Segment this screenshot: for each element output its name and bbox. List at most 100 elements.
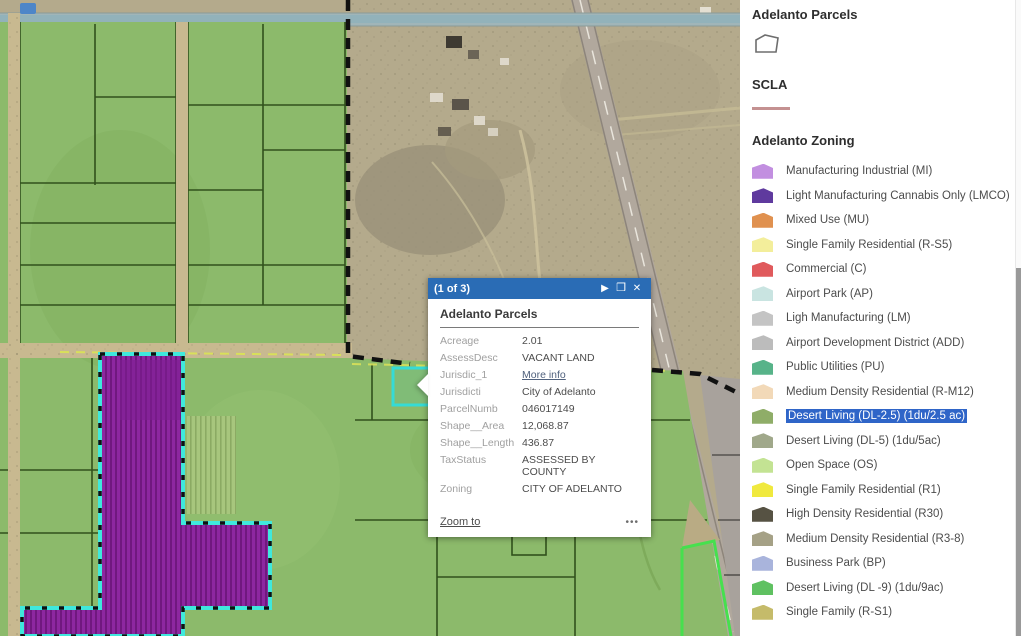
zoning-color-swatch [752, 188, 773, 203]
app-window: (1 of 3)▶❒✕ Adelanto Parcels Acreage 2.0… [0, 0, 1024, 636]
popup-field-row: ParcelNumb 046017149 [440, 403, 639, 415]
layer-title-adelanto-parcels: Adelanto Parcels [752, 7, 1024, 22]
zoning-color-swatch [752, 556, 773, 571]
legend-row[interactable]: Manufacturing Industrial (MI) [752, 159, 1024, 184]
zoning-color-swatch [752, 433, 773, 448]
zoning-label: Single Family Residential (R-S5) [786, 239, 952, 251]
legend-row[interactable]: Medium Density Residential (R-M12) [752, 380, 1024, 405]
map-marker[interactable] [20, 3, 36, 14]
hatched-green-parcel [186, 416, 236, 514]
zoning-label: Desert Living (DL-2.5) (1du/2.5 ac) [786, 409, 967, 423]
legend-row[interactable]: Light Manufacturing Cannabis Only (LMCO) [752, 184, 1024, 209]
zoning-color-swatch [752, 531, 773, 546]
legend-row[interactable]: Desert Living (DL-2.5) (1du/2.5 ac) [752, 404, 1024, 429]
field-value: VACANT LAND [522, 352, 595, 364]
map-canvas[interactable]: (1 of 3)▶❒✕ Adelanto Parcels Acreage 2.0… [0, 0, 740, 636]
zoning-color-swatch [752, 335, 773, 350]
dock-button[interactable]: ❒ [613, 278, 629, 299]
popup-field-row: Shape__Length 436.87 [440, 437, 639, 449]
popup-field-row: Jurisdic_1 More info [440, 369, 639, 381]
zoning-color-swatch [752, 507, 773, 522]
zoning-label: Desert Living (DL-5) (1du/5ac) [786, 435, 941, 447]
zoning-color-swatch [752, 360, 773, 375]
field-value: 12,068.87 [522, 420, 569, 432]
legend-row[interactable]: Ligh Manufacturing (LM) [752, 306, 1024, 331]
legend-row[interactable]: Airport Development District (ADD) [752, 331, 1024, 356]
legend-row[interactable]: Desert Living (DL-5) (1du/5ac) [752, 429, 1024, 454]
zoning-color-swatch [752, 384, 773, 399]
field-value: CITY OF ADELANTO [522, 483, 622, 495]
field-label: Zoning [440, 483, 522, 495]
zoning-label: Public Utilities (PU) [786, 361, 884, 373]
zoom-to-link[interactable]: Zoom to [440, 516, 625, 528]
zoning-color-swatch [752, 458, 773, 473]
layer-title-adelanto-zoning: Adelanto Zoning [752, 133, 1024, 148]
zoning-label: High Density Residential (R30) [786, 508, 943, 520]
legend-row[interactable]: Medium Density Residential (R3-8) [752, 527, 1024, 552]
legend-row[interactable]: Desert Living (DL -9) (1du/9ac) [752, 576, 1024, 601]
more-info-link[interactable]: More info [522, 369, 566, 381]
zoning-color-swatch [752, 605, 773, 620]
field-value: 046017149 [522, 403, 575, 415]
zoning-label: Commercial (C) [786, 263, 867, 275]
field-label: ParcelNumb [440, 403, 522, 415]
field-value: City of Adelanto [522, 386, 596, 398]
zoning-label: Open Space (OS) [786, 459, 877, 471]
legend-panel: Adelanto Parcels SCLA Adelanto Zoning Ma… [740, 0, 1024, 636]
field-value: 2.01 [522, 335, 542, 347]
parcel-polygon-icon [752, 31, 782, 57]
layer-title-scla: SCLA [752, 77, 1024, 92]
sidebar-scrollbar-thumb[interactable] [1016, 268, 1021, 636]
legend-row[interactable]: Mixed Use (MU) [752, 208, 1024, 233]
zoning-label: Mixed Use (MU) [786, 214, 869, 226]
field-label: Jurisdicti [440, 386, 522, 398]
zoning-label: Single Family Residential (R1) [786, 484, 941, 496]
field-label: Shape__Area [440, 420, 522, 432]
zoning-color-swatch [752, 164, 773, 179]
field-value: ASSESSED BY COUNTY [522, 454, 639, 478]
zoning-label: Medium Density Residential (R-M12) [786, 386, 974, 398]
legend-row[interactable]: Airport Park (AP) [752, 282, 1024, 307]
zoning-color-swatch [752, 311, 773, 326]
zoning-label: Desert Living (DL -9) (1du/9ac) [786, 582, 943, 594]
zoning-label: Airport Park (AP) [786, 288, 873, 300]
legend-row[interactable]: Single Family Residential (R-S5) [752, 233, 1024, 258]
next-feature-button[interactable]: ▶ [597, 278, 613, 299]
legend-row[interactable]: Public Utilities (PU) [752, 355, 1024, 380]
field-label: Shape__Length [440, 437, 522, 449]
zoning-color-swatch [752, 237, 773, 252]
legend-row[interactable]: Open Space (OS) [752, 453, 1024, 478]
popup-pointer [417, 374, 428, 396]
zoning-label: Single Family (R-S1) [786, 606, 892, 618]
zoning-label: Ligh Manufacturing (LM) [786, 312, 911, 324]
feature-popup: (1 of 3)▶❒✕ Adelanto Parcels Acreage 2.0… [428, 278, 651, 537]
zoning-color-swatch [752, 262, 773, 277]
legend-row[interactable]: Single Family Residential (R1) [752, 478, 1024, 503]
zoning-label: Airport Development District (ADD) [786, 337, 964, 349]
zoning-label: Business Park (BP) [786, 557, 886, 569]
zoning-label: Light Manufacturing Cannabis Only (LMCO) [786, 190, 1010, 202]
legend-row[interactable]: Business Park (BP) [752, 551, 1024, 576]
zoning-label: Medium Density Residential (R3-8) [786, 533, 964, 545]
legend-row[interactable]: Commercial (C) [752, 257, 1024, 282]
popup-pager: (1 of 3) [434, 283, 597, 295]
zoning-color-swatch [752, 482, 773, 497]
popup-title: Adelanto Parcels [440, 307, 639, 328]
field-label: Acreage [440, 335, 522, 347]
close-icon[interactable]: ✕ [629, 278, 645, 299]
scla-line-symbol [752, 107, 790, 110]
popup-field-row: Acreage 2.01 [440, 335, 639, 347]
zoning-color-swatch [752, 286, 773, 301]
field-label: TaxStatus [440, 454, 522, 478]
zoning-color-swatch [752, 409, 773, 424]
legend-row[interactable]: High Density Residential (R30) [752, 502, 1024, 527]
zoning-legend-list: Manufacturing Industrial (MI) Light Manu… [752, 159, 1024, 625]
field-value: 436.87 [522, 437, 554, 449]
popup-menu-dots[interactable]: ••• [625, 517, 639, 528]
legend-row[interactable]: Single Family (R-S1) [752, 600, 1024, 625]
field-label: Jurisdic_1 [440, 369, 522, 381]
popup-header: (1 of 3)▶❒✕ [428, 278, 651, 299]
popup-field-row: Shape__Area 12,068.87 [440, 420, 639, 432]
zoning-color-swatch [752, 213, 773, 228]
zoning-color-swatch [752, 580, 773, 595]
